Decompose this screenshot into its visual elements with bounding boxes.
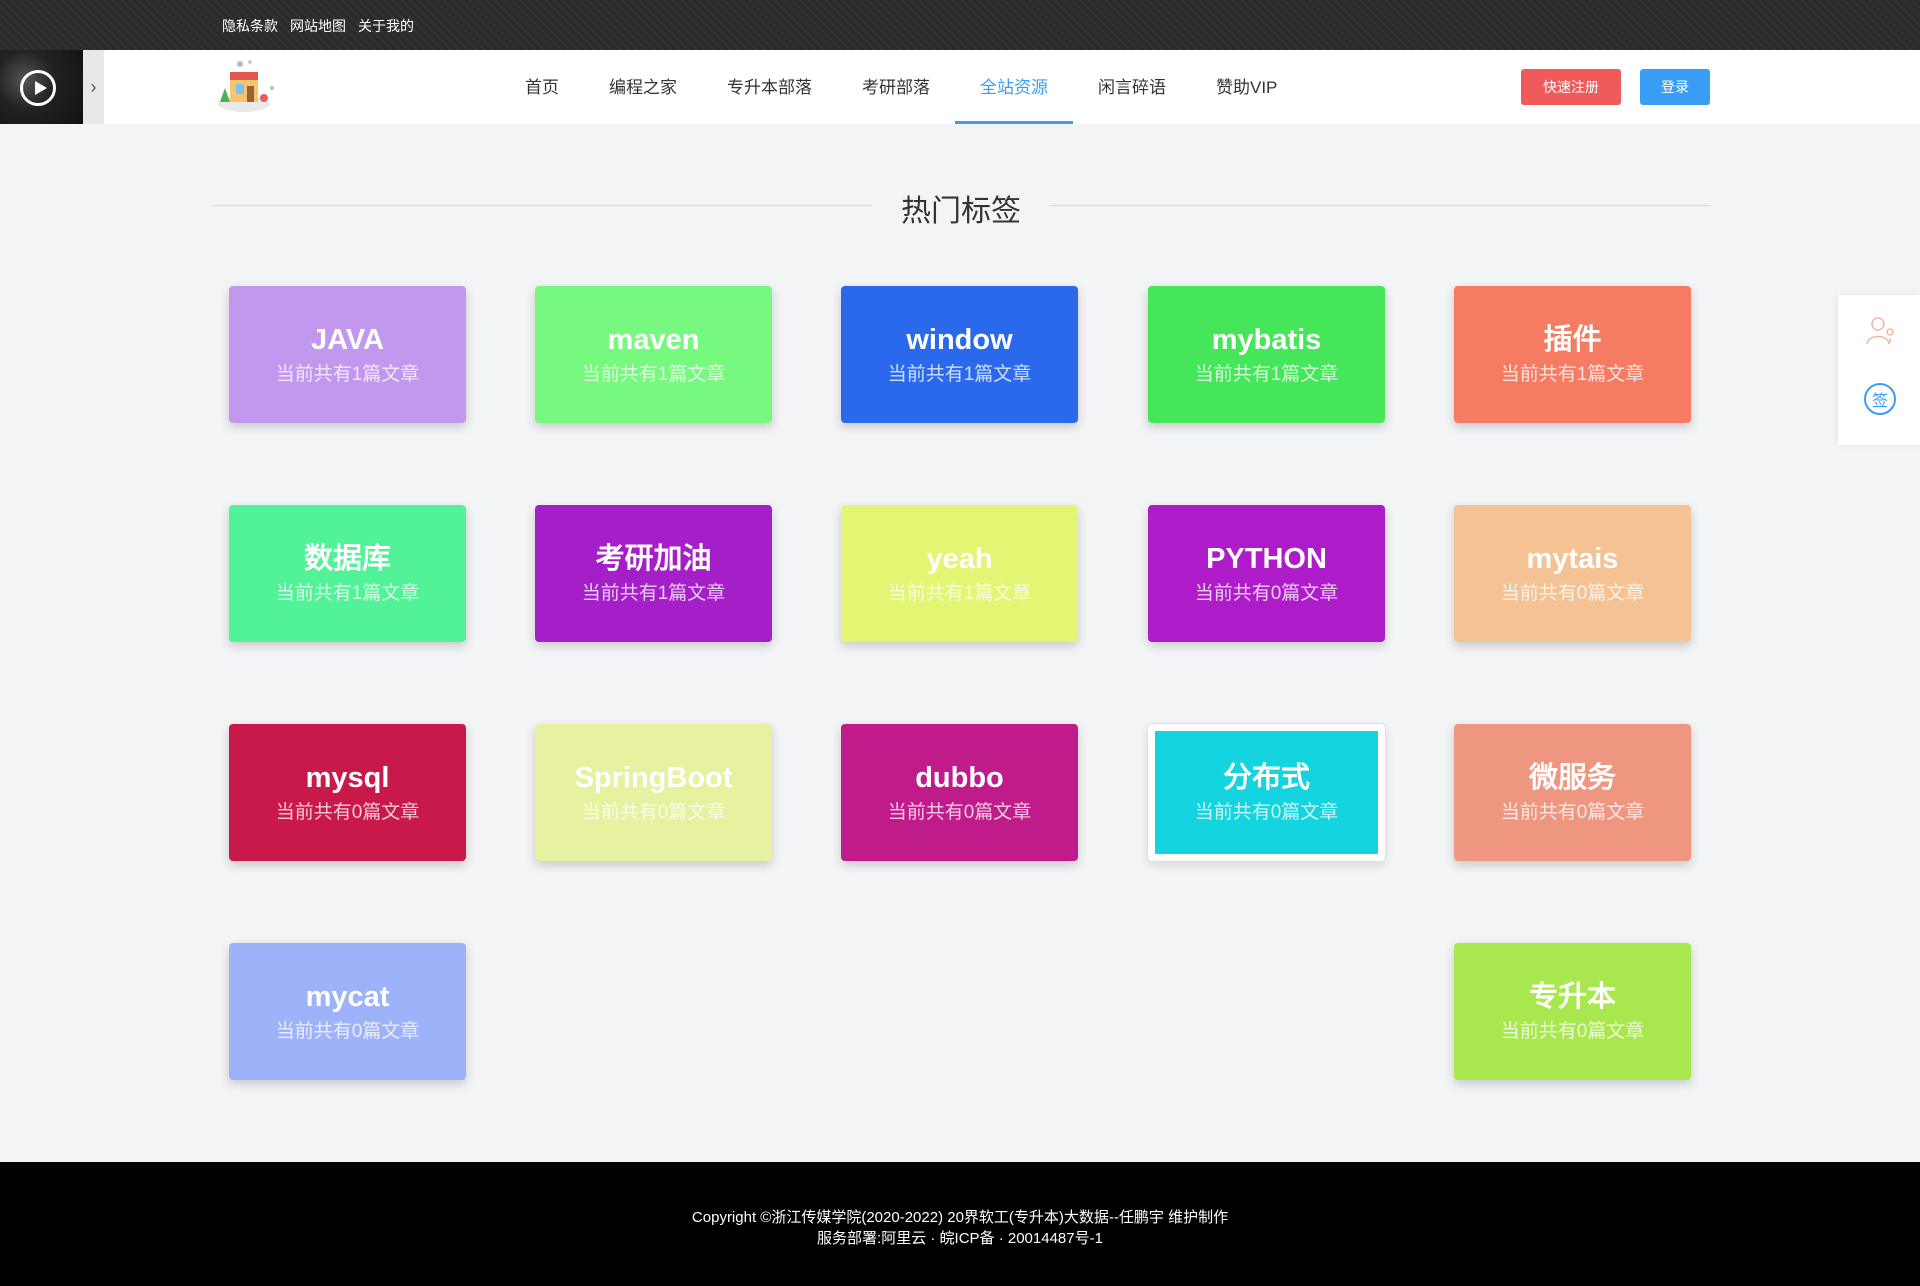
tag-name: mycat bbox=[305, 981, 390, 1013]
footer-copyright: Copyright ©浙江传媒学院(2020-2022) 20界软工(专升本)大… bbox=[691, 1209, 1229, 1226]
play-icon[interactable] bbox=[20, 70, 56, 106]
tag-card[interactable]: 微服务当前共有0篇文章 bbox=[1454, 724, 1691, 861]
tag-article-count: 当前共有0篇文章 bbox=[1194, 802, 1339, 823]
tag-article-count: 当前共有1篇文章 bbox=[1194, 364, 1339, 385]
tag-article-count: 当前共有0篇文章 bbox=[275, 802, 420, 823]
music-cover-image[interactable] bbox=[0, 50, 83, 124]
tag-article-count: 当前共有0篇文章 bbox=[1500, 1021, 1645, 1042]
tag-article-count: 当前共有1篇文章 bbox=[1500, 364, 1645, 385]
site-logo[interactable] bbox=[212, 58, 282, 120]
privacy-link[interactable]: 隐私条款 bbox=[222, 16, 278, 36]
sign-in-icon[interactable]: 签 bbox=[1864, 383, 1896, 415]
nav-item-coding[interactable]: 编程之家 bbox=[584, 50, 702, 124]
tag-card[interactable]: JAVA 当前共有1篇文章 bbox=[229, 286, 466, 423]
tag-card[interactable]: 数据库当前共有1篇文章 bbox=[229, 505, 466, 642]
tag-card[interactable]: 专升本当前共有0篇文章 bbox=[1454, 943, 1691, 1080]
divider-right bbox=[1050, 205, 1710, 206]
tag-card[interactable]: mycat 当前共有0篇文章 bbox=[229, 943, 466, 1080]
tag-name: 考研加油 bbox=[595, 543, 712, 575]
tag-name: 插件 bbox=[1543, 324, 1602, 356]
tag-name: window bbox=[906, 324, 1013, 356]
tag-name: maven bbox=[607, 324, 700, 356]
tag-article-count: 当前共有0篇文章 bbox=[1500, 583, 1645, 604]
tag-card[interactable]: mybatis 当前共有1篇文章 bbox=[1148, 286, 1385, 423]
tag-name: 微服务 bbox=[1528, 762, 1616, 794]
tag-article-count: 当前共有1篇文章 bbox=[275, 364, 420, 385]
nav-item-resources[interactable]: 全站资源 bbox=[955, 50, 1073, 124]
nav-item-home[interactable]: 首页 bbox=[500, 50, 584, 124]
tag-card[interactable]: PYTHON 当前共有0篇文章 bbox=[1148, 505, 1385, 642]
tag-name: JAVA bbox=[310, 324, 385, 356]
nav-item-chat[interactable]: 闲言碎语 bbox=[1073, 50, 1191, 124]
section-title: 热门标签 bbox=[901, 194, 1021, 229]
tag-article-count: 当前共有1篇文章 bbox=[887, 364, 1032, 385]
chevron-right-icon[interactable]: › bbox=[83, 50, 104, 124]
tag-article-count: 当前共有1篇文章 bbox=[275, 583, 420, 604]
footer-icp: 服务部署:阿里云 · 皖ICP备 · 20014487号-1 bbox=[817, 1230, 1103, 1247]
top-links: 隐私条款 网站地图 关于我的 bbox=[222, 16, 414, 36]
tag-article-count: 当前共有0篇文章 bbox=[1194, 583, 1339, 604]
side-toolbar: 签 bbox=[1838, 295, 1920, 445]
tag-name: mytais bbox=[1526, 543, 1619, 575]
footer: Copyright ©浙江传媒学院(2020-2022) 20界软工(专升本)大… bbox=[0, 1162, 1920, 1286]
tag-article-count: 当前共有0篇文章 bbox=[1500, 802, 1645, 823]
tag-name: SpringBoot bbox=[574, 762, 733, 794]
sitemap-link[interactable]: 网站地图 bbox=[290, 16, 346, 36]
nav-item-vip[interactable]: 赞助VIP bbox=[1191, 50, 1302, 124]
tag-card[interactable]: 考研加油当前共有1篇文章 bbox=[535, 505, 772, 642]
nav-menu: 首页 编程之家 专升本部落 考研部落 全站资源 闲言碎语 赞助VIP bbox=[500, 50, 1302, 124]
user-location-icon[interactable] bbox=[1864, 315, 1896, 347]
register-button[interactable]: 快速注册 bbox=[1521, 69, 1621, 105]
top-bar: 隐私条款 网站地图 关于我的 bbox=[0, 0, 1920, 50]
tag-article-count: 当前共有0篇文章 bbox=[887, 802, 1032, 823]
music-player-widget: › bbox=[0, 50, 104, 124]
tag-name: 数据库 bbox=[303, 543, 391, 575]
about-link[interactable]: 关于我的 bbox=[358, 16, 414, 36]
section-header: 热门标签 bbox=[212, 180, 1710, 232]
nav-item-kaoyan[interactable]: 考研部落 bbox=[837, 50, 955, 124]
tag-name: mybatis bbox=[1211, 324, 1322, 356]
tag-article-count: 当前共有1篇文章 bbox=[581, 364, 726, 385]
tag-name: 分布式 bbox=[1222, 762, 1310, 794]
tag-name: 专升本 bbox=[1528, 981, 1616, 1013]
tag-article-count: 当前共有1篇文章 bbox=[581, 583, 726, 604]
tag-card[interactable]: window 当前共有1篇文章 bbox=[841, 286, 1078, 423]
tag-article-count: 当前共有0篇文章 bbox=[581, 802, 726, 823]
nav-item-zsb[interactable]: 专升本部落 bbox=[702, 50, 837, 124]
login-button[interactable]: 登录 bbox=[1640, 69, 1710, 105]
tag-card[interactable]: mytais 当前共有0篇文章 bbox=[1454, 505, 1691, 642]
tag-card[interactable]: maven 当前共有1篇文章 bbox=[535, 286, 772, 423]
tag-card[interactable]: mysql 当前共有0篇文章 bbox=[229, 724, 466, 861]
tag-article-count: 当前共有0篇文章 bbox=[275, 1021, 420, 1042]
tag-card[interactable]: dubbo 当前共有0篇文章 bbox=[841, 724, 1078, 861]
tag-name: mysql bbox=[305, 762, 390, 794]
tag-card[interactable]: SpringBoot 当前共有0篇文章 bbox=[535, 724, 772, 861]
tag-card[interactable]: yeah 当前共有1篇文章 bbox=[841, 505, 1078, 642]
tag-name: PYTHON bbox=[1206, 543, 1327, 575]
tag-card[interactable]: 分布式当前共有0篇文章 bbox=[1148, 724, 1385, 861]
tag-card[interactable]: 插件当前共有1篇文章 bbox=[1454, 286, 1691, 423]
tag-name: dubbo bbox=[915, 762, 1004, 794]
tag-article-count: 当前共有1篇文章 bbox=[887, 583, 1032, 604]
tag-name: yeah bbox=[926, 543, 993, 575]
